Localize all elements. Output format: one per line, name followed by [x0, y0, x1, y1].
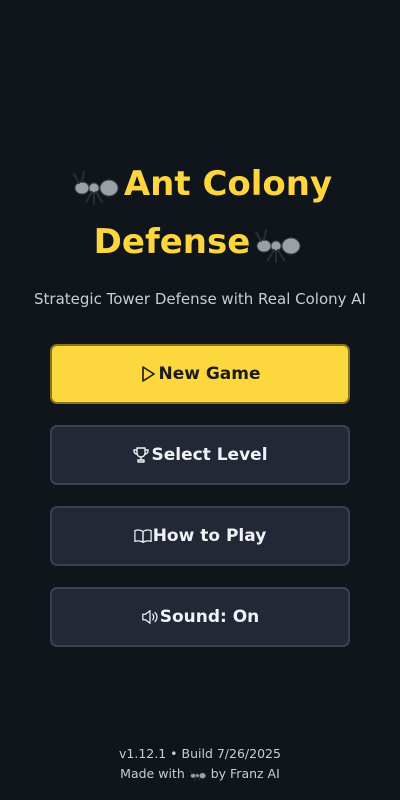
- select-level-label: Select Level: [151, 445, 268, 465]
- how-to-play-label: How to Play: [152, 526, 267, 546]
- game-title: Ant Colony Defense: [20, 155, 380, 271]
- credits-prefix: Made with: [120, 766, 185, 781]
- new-game-button[interactable]: New Game: [50, 344, 350, 404]
- title-line2: Defense: [93, 222, 251, 262]
- sound-toggle-label: Sound: On: [159, 607, 260, 627]
- version-info: v1.12.1 • Build 7/26/2025: [119, 746, 281, 761]
- ant-icon: [255, 228, 301, 263]
- speaker-icon: [141, 607, 159, 627]
- title-line1: Ant Colony: [123, 164, 333, 204]
- sound-toggle-button[interactable]: Sound: On: [50, 587, 350, 647]
- how-to-play-button[interactable]: How to Play: [50, 506, 350, 566]
- main-menu-screen: Ant Colony Defense Strategic Tower Defen…: [0, 0, 400, 800]
- credits: Made with by Franz AI: [0, 766, 400, 782]
- trophy-icon: [132, 445, 150, 465]
- ant-icon: [72, 170, 119, 205]
- credits-suffix: by Franz AI: [210, 766, 280, 781]
- new-game-label: New Game: [158, 364, 261, 384]
- book-icon: [133, 526, 152, 546]
- game-subtitle: Strategic Tower Defense with Real Colony…: [34, 290, 366, 308]
- select-level-button[interactable]: Select Level: [50, 425, 350, 485]
- ant-icon: [189, 769, 206, 781]
- play-icon: [139, 364, 157, 384]
